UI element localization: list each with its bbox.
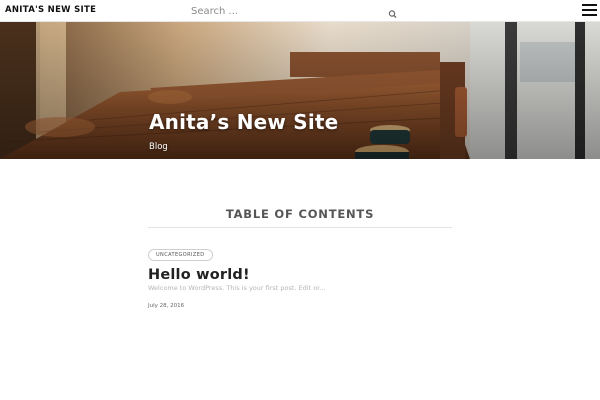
hamburger-menu-icon[interactable]: [582, 4, 597, 17]
hero-site-title: Anita’s New Site: [149, 110, 339, 134]
post-date-link[interactable]: July 28, 2016: [148, 303, 184, 309]
nav-link-blog[interactable]: Blog: [149, 142, 168, 152]
hero-background-image: [0, 22, 600, 159]
hero-banner: Anita’s New Site Blog: [0, 22, 600, 159]
section-title: TABLE OF CONTENTS: [225, 207, 375, 221]
top-bar: ANITA'S NEW SITE: [0, 0, 600, 22]
site-name-link[interactable]: ANITA'S NEW SITE: [5, 5, 96, 15]
search-form: [181, 2, 402, 20]
section-divider: [148, 227, 452, 228]
search-icon[interactable]: [386, 5, 400, 18]
category-badge[interactable]: UNCATEGORIZED: [148, 249, 213, 261]
post-excerpt: Welcome to WordPress. This is your first…: [148, 284, 326, 292]
search-input[interactable]: [181, 2, 402, 20]
post-title-link[interactable]: Hello world!: [148, 267, 250, 283]
